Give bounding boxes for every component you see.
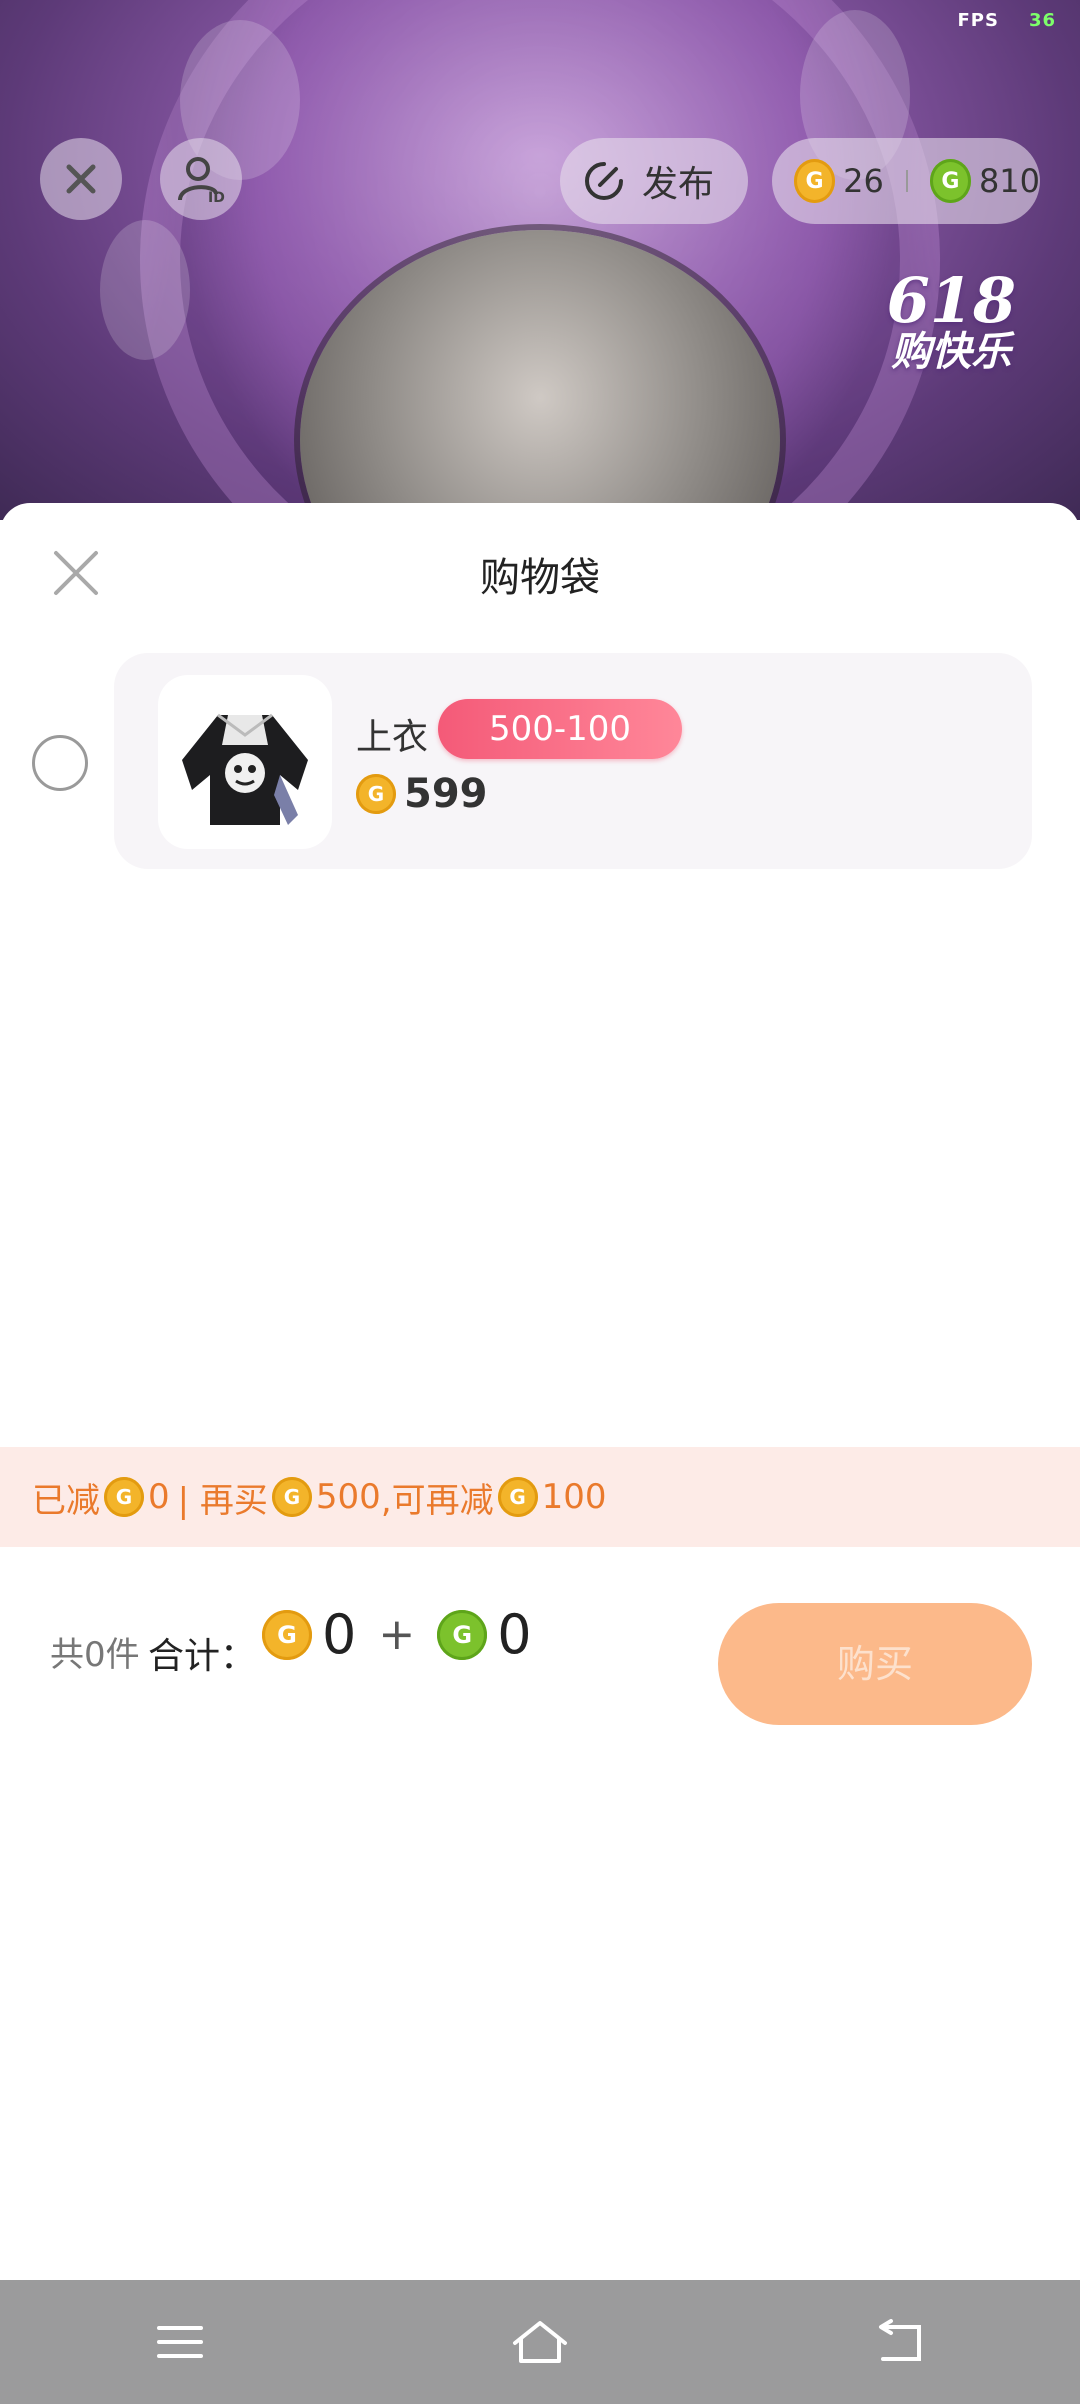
gold-coin-icon: G	[794, 159, 836, 203]
promo-mid: | 再买	[177, 1480, 268, 1521]
green-balance: 810	[978, 162, 1041, 200]
item-price: G 599	[356, 771, 488, 817]
cart-item-card[interactable]: 上衣 500-100 G 599	[114, 653, 1032, 869]
user-id-button[interactable]: ID	[160, 138, 242, 220]
total-amount: G 0 + G 0	[262, 1603, 532, 1666]
publish-button[interactable]: 发布	[560, 138, 748, 224]
menu-icon	[157, 2326, 203, 2358]
user-id-icon: ID	[178, 157, 225, 204]
jacket-image	[182, 713, 308, 825]
back-icon	[879, 2319, 921, 2361]
divider	[905, 170, 908, 192]
promo-more-reduce: 100	[541, 1477, 607, 1517]
promo-reduced: 0	[148, 1477, 170, 1517]
currency-balance[interactable]: G 26 G 810	[772, 138, 1040, 224]
gold-coin-icon: G	[356, 774, 396, 814]
price-value: 599	[404, 771, 488, 817]
decor-light	[100, 220, 190, 360]
close-icon	[66, 164, 96, 194]
item-select-radio[interactable]	[32, 735, 88, 791]
gold-coin-icon: G	[262, 1609, 312, 1660]
item-name: 上衣	[356, 717, 429, 758]
promo-more-needed: 500	[315, 1477, 381, 1517]
green-total: 0	[497, 1603, 532, 1666]
item-count: 共0件	[50, 1635, 140, 1675]
checkout-footer: 共0件 合计： G 0 + G 0 购买	[0, 1547, 1080, 1777]
buy-button[interactable]: 购买	[718, 1603, 1032, 1725]
promo-618-badge[interactable]: 618 购快乐	[887, 270, 1016, 372]
publish-icon	[585, 162, 623, 200]
shopping-bag-sheet: 购物袋 上衣 500-100 G 599	[0, 503, 1080, 2280]
svg-text:ID: ID	[208, 190, 225, 204]
home-icon	[513, 2321, 567, 2363]
system-navigation-bar	[0, 2280, 1080, 2404]
promo-prefix: 已减	[32, 1480, 100, 1521]
gold-coin-icon: G	[271, 1477, 312, 1517]
gold-coin-icon: G	[497, 1477, 538, 1517]
avatar-scene	[0, 0, 1080, 520]
promotion-bar: 已减 G 0 | 再买 G 500 ,可再减 G 100	[0, 1447, 1080, 1547]
total-label: 合计：	[148, 1636, 257, 1677]
promo-mid2: ,可再减	[380, 1480, 494, 1521]
green-coin-icon: G	[437, 1609, 488, 1660]
scene-close-button[interactable]	[40, 138, 122, 220]
green-coin-icon: G	[929, 159, 971, 203]
plus-sign: +	[378, 1609, 416, 1660]
fps-counter: FPS 36	[957, 10, 1056, 31]
gold-total: 0	[322, 1603, 357, 1666]
back-button[interactable]	[860, 2312, 940, 2372]
menu-button[interactable]	[140, 2312, 220, 2372]
publish-label: 发布	[642, 164, 715, 205]
gold-balance: 26	[843, 162, 884, 200]
home-button[interactable]	[500, 2312, 580, 2372]
gold-coin-icon: G	[104, 1477, 144, 1517]
discount-badge: 500-100	[438, 699, 682, 759]
sheet-title: 购物袋	[480, 555, 600, 601]
item-thumbnail	[158, 675, 332, 849]
